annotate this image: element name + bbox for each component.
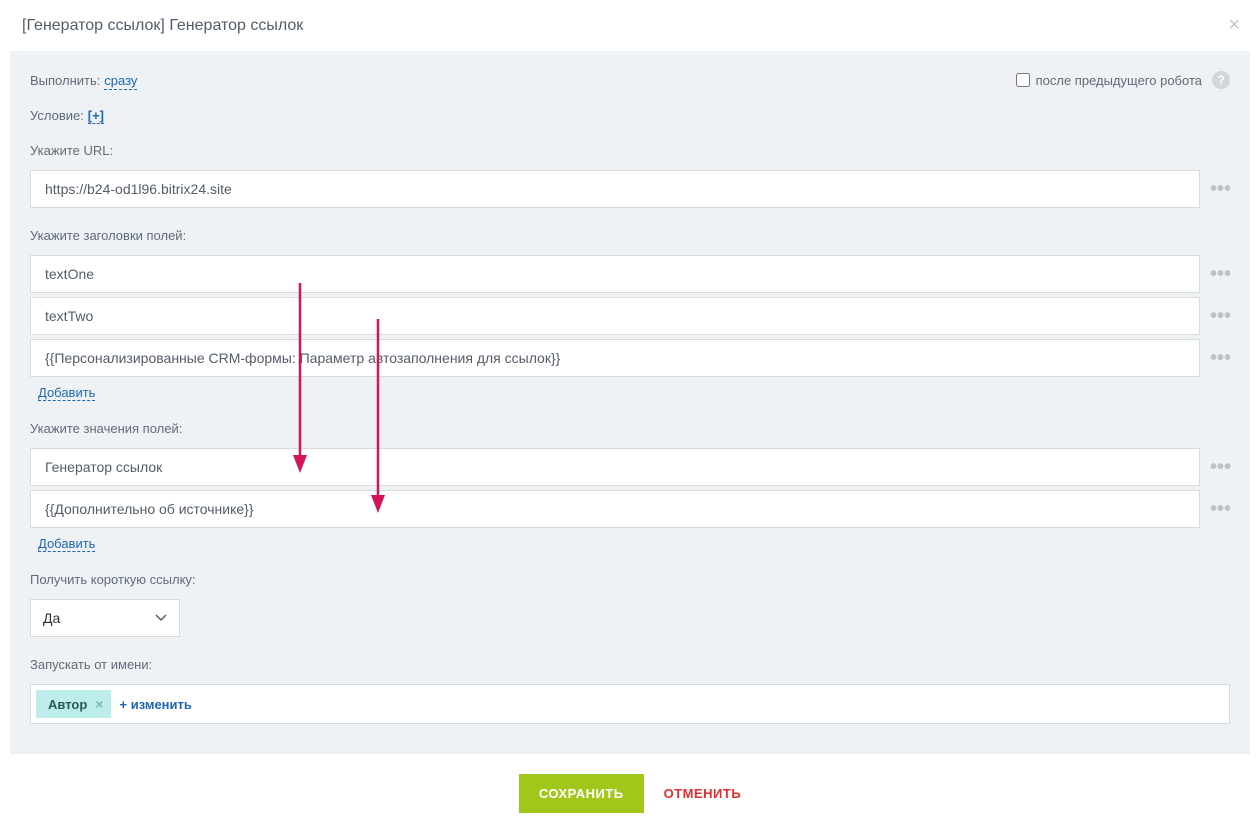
headers-label: Укажите заголовки полей: [30,228,1230,243]
condition-add-link[interactable]: [+] [88,108,104,124]
shortlink-label: Получить короткую ссылку: [30,572,1230,587]
dots-icon[interactable]: ••• [1210,347,1230,370]
top-right: после предыдущего робота ? [1016,71,1230,89]
headers-block: Укажите заголовки полей: ••• ••• ••• Доб… [30,228,1230,401]
condition-row: Условие: [+] [30,107,1230,123]
modal-title: [Генератор ссылок] Генератор ссылок [22,17,303,35]
url-input[interactable] [30,170,1200,208]
after-previous-label: после предыдущего робота [1036,73,1202,88]
headers-add-link[interactable]: Добавить [38,385,95,401]
runas-block: Запускать от имени: Автор × + изменить [30,657,1230,724]
modal-header: [Генератор ссылок] Генератор ссылок × [0,0,1260,51]
runas-user-tag-label: Автор [48,697,87,712]
runas-user-select[interactable]: Автор × + изменить [30,684,1230,724]
save-button[interactable]: СОХРАНИТЬ [519,774,644,813]
headers-row-0: ••• [30,255,1230,293]
execute-label: Выполнить: [30,73,100,88]
headers-input-2[interactable] [30,339,1200,377]
dots-icon[interactable]: ••• [1210,263,1230,286]
after-previous-checkbox-wrap[interactable]: после предыдущего робота [1016,73,1202,88]
dots-icon[interactable]: ••• [1210,178,1230,201]
url-input-row: ••• [30,170,1230,208]
headers-input-1[interactable] [30,297,1200,335]
values-row-0: ••• [30,448,1230,486]
shortlink-select[interactable]: Да [30,599,180,637]
values-label: Укажите значения полей: [30,421,1230,436]
values-block: Укажите значения полей: ••• ••• Добавить [30,421,1230,552]
dots-icon[interactable]: ••• [1210,305,1230,328]
help-icon[interactable]: ? [1212,71,1230,89]
values-input-1[interactable] [30,490,1200,528]
dots-icon[interactable]: ••• [1210,498,1230,521]
condition-label: Условие: [30,108,84,123]
modal-body: Выполнить: сразу после предыдущего робот… [10,51,1250,754]
plus-icon: + [119,697,127,712]
modal: [Генератор ссылок] Генератор ссылок × Вы… [0,0,1260,833]
headers-input-0[interactable] [30,255,1200,293]
dots-icon[interactable]: ••• [1210,456,1230,479]
execute-value-link[interactable]: сразу [104,73,137,90]
shortlink-select-wrap: Да [30,599,1230,637]
values-row-1: ••• [30,490,1230,528]
top-row: Выполнить: сразу после предыдущего робот… [30,71,1230,89]
after-previous-checkbox[interactable] [1016,73,1030,87]
runas-user-tag: Автор × [36,690,111,718]
headers-row-1: ••• [30,297,1230,335]
runas-user-tag-remove-icon[interactable]: × [95,696,103,712]
url-label: Укажите URL: [30,143,1230,158]
headers-row-2: ••• [30,339,1230,377]
modal-footer: СОХРАНИТЬ ОТМЕНИТЬ [0,754,1260,833]
url-block: Укажите URL: ••• [30,143,1230,208]
execute-wrap: Выполнить: сразу [30,72,137,88]
runas-change-label: изменить [131,697,192,712]
runas-change-link[interactable]: + изменить [119,697,191,712]
close-icon[interactable]: × [1228,14,1240,37]
shortlink-block: Получить короткую ссылку: Да [30,572,1230,637]
runas-label: Запускать от имени: [30,657,1230,672]
values-input-0[interactable] [30,448,1200,486]
values-add-link[interactable]: Добавить [38,536,95,552]
